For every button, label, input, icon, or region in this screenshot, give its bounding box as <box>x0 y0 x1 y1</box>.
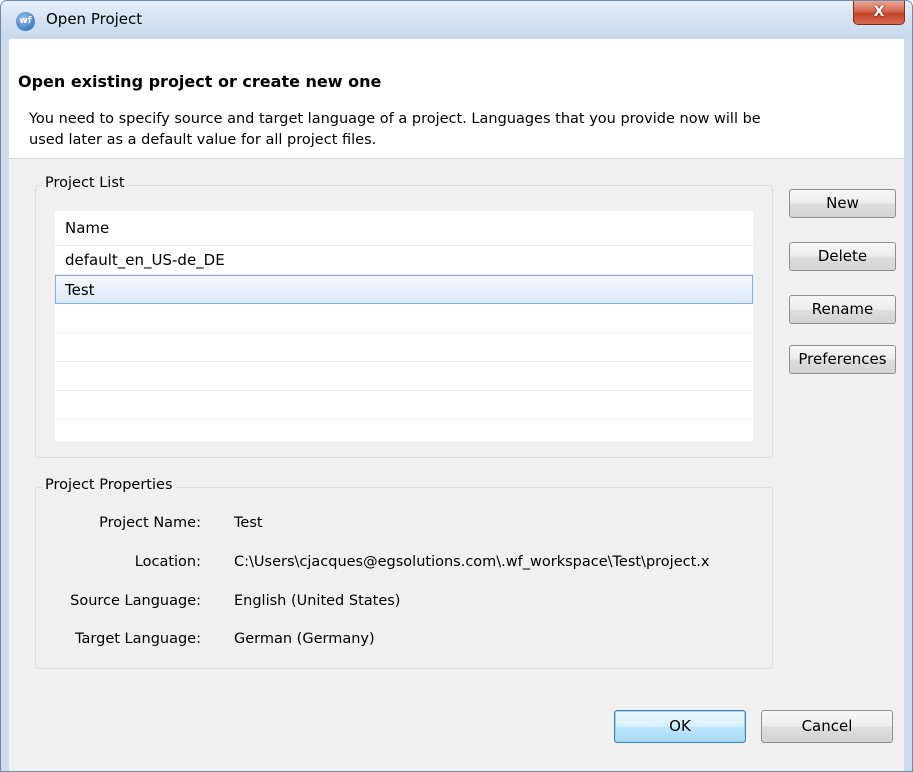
project-list-group: Project List Name default_en_US-de_DE Te… <box>35 175 773 458</box>
dialog-body: Project List Name default_en_US-de_DE Te… <box>9 159 904 771</box>
table-row-empty[interactable] <box>55 304 753 333</box>
table-row[interactable]: default_en_US-de_DE <box>55 246 753 275</box>
open-project-dialog: wf Open Project X Open existing project … <box>0 0 913 772</box>
location-value: C:\Users\cjacques@egsolutions.com\.wf_wo… <box>234 554 710 570</box>
delete-button[interactable]: Delete <box>789 242 896 271</box>
cancel-button[interactable]: Cancel <box>761 710 893 743</box>
window-title: Open Project <box>46 10 143 28</box>
project-name-label: Project Name: <box>99 515 201 531</box>
project-name-value: Test <box>234 515 263 531</box>
new-button[interactable]: New <box>789 189 896 218</box>
project-properties-group: Project Properties Project Name: Test Lo… <box>35 477 773 669</box>
source-language-value: English (United States) <box>234 593 401 609</box>
rename-button[interactable]: Rename <box>789 295 896 324</box>
project-properties-label: Project Properties <box>42 477 176 493</box>
table-row-empty[interactable] <box>55 362 753 391</box>
dialog-header: Open existing project or create new one … <box>9 39 904 159</box>
ok-button[interactable]: OK <box>614 710 746 743</box>
window-frame-left <box>1 39 9 771</box>
close-button[interactable]: X <box>853 1 905 25</box>
column-header-name[interactable]: Name <box>55 211 753 246</box>
app-logo-icon: wf <box>16 12 35 31</box>
dialog-description: You need to specify source and target la… <box>29 111 761 148</box>
target-language-label: Target Language: <box>75 631 201 647</box>
table-row-empty[interactable] <box>55 333 753 362</box>
project-table[interactable]: Name default_en_US-de_DE Test <box>55 211 753 441</box>
source-language-label: Source Language: <box>70 593 201 609</box>
title-bar[interactable]: wf Open Project X <box>1 1 912 39</box>
table-row-selected[interactable]: Test <box>55 275 753 304</box>
project-list-label: Project List <box>42 175 128 191</box>
table-row-empty[interactable] <box>55 391 753 420</box>
window-frame-right <box>904 39 912 771</box>
preferences-button[interactable]: Preferences <box>789 345 896 374</box>
target-language-value: German (Germany) <box>234 631 375 647</box>
location-label: Location: <box>134 554 201 570</box>
dialog-heading: Open existing project or create new one <box>18 72 382 91</box>
